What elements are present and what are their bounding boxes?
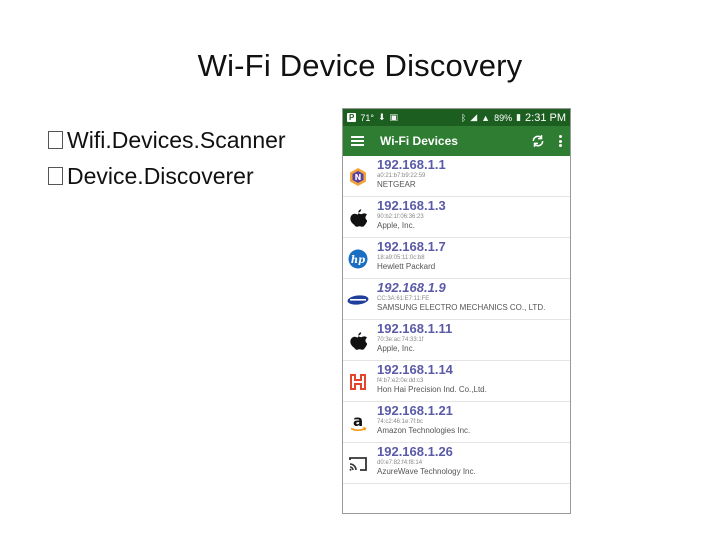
notification-icon: P	[347, 113, 357, 122]
bullet-box-icon	[48, 167, 63, 185]
device-ip: 192.168.1.1	[377, 157, 446, 172]
bullet-item: Device.Discoverer	[48, 158, 286, 194]
device-vendor: Hon Hai Precision Ind. Co.,Ltd.	[377, 385, 487, 394]
app-bar: Wi-Fi Devices	[343, 126, 570, 156]
cell-signal-icon: ▲	[481, 112, 491, 123]
device-mac: f4:b7:e2:0e:dd:c3	[377, 378, 424, 384]
bullet-list: Wifi.Devices.Scanner Device.Discoverer	[48, 122, 286, 194]
netgear-logo-icon: N	[347, 166, 369, 188]
device-vendor: SAMSUNG ELECTRO MECHANICS CO., LTD.	[377, 303, 546, 312]
device-row[interactable]: 192.168.1.26 d0:e7:82:f4:f8:14 AzureWave…	[343, 443, 570, 484]
cast-screen-icon	[347, 453, 369, 475]
device-list: N 192.168.1.1 a0:21:b7:b9:22:59 NETGEAR …	[343, 156, 570, 484]
device-vendor: Apple, Inc.	[377, 344, 415, 353]
svg-text:a: a	[353, 413, 363, 430]
device-vendor: NETGEAR	[377, 180, 416, 189]
samsung-logo-icon	[347, 289, 369, 311]
bullet-box-icon	[48, 131, 63, 149]
device-mac: 18:a9:05:11:0c:b8	[377, 255, 425, 261]
device-row[interactable]: a 192.168.1.21 74:c2:46:1e:7f:bc Amazon …	[343, 402, 570, 443]
device-row[interactable]: 192.168.1.14 f4:b7:e2:0e:dd:c3 Hon Hai P…	[343, 361, 570, 402]
slide-title: Wi-Fi Device Discovery	[197, 48, 523, 83]
device-row[interactable]: 192.168.1.11 70:3e:ac:74:33:1f Apple, In…	[343, 320, 570, 361]
battery-text: 89%	[494, 112, 513, 123]
device-row[interactable]: N 192.168.1.1 a0:21:b7:b9:22:59 NETGEAR	[343, 156, 570, 197]
device-mac: 90:b2:1f:06:36:23	[377, 214, 424, 220]
bullet-text: Wifi.Devices.Scanner	[67, 126, 286, 153]
download-icon: ⬇	[377, 112, 386, 122]
device-ip: 192.168.1.7	[377, 239, 446, 254]
refresh-icon[interactable]	[531, 134, 545, 148]
device-vendor: Amazon Technologies Inc.	[377, 426, 471, 435]
device-ip: 192.168.1.9	[377, 280, 446, 295]
apple-logo-icon	[347, 207, 369, 229]
device-ip: 192.168.1.3	[377, 198, 446, 213]
device-ip: 192.168.1.21	[377, 403, 453, 418]
device-row[interactable]: hp 192.168.1.7 18:a9:05:11:0c:b8 Hewlett…	[343, 238, 570, 279]
status-time: 2:31 PM	[525, 111, 566, 124]
device-vendor: Hewlett Packard	[377, 262, 436, 271]
device-ip: 192.168.1.26	[377, 444, 453, 459]
status-bar: P 71° ⬇ ▣ ᛒ ◢ ▲ 89% ▮ 2:31 PM	[343, 109, 570, 126]
svg-text:hp: hp	[351, 255, 365, 266]
more-options-icon[interactable]	[559, 135, 562, 147]
device-mac: d0:e7:82:f4:f8:14	[377, 460, 423, 466]
phone-screenshot: P 71° ⬇ ▣ ᛒ ◢ ▲ 89% ▮ 2:31 PM Wi-Fi Devi…	[342, 108, 571, 514]
foxconn-logo-icon	[347, 371, 369, 393]
device-vendor: Apple, Inc.	[377, 221, 415, 230]
temperature-text: 71°	[360, 112, 374, 123]
clipboard-icon: ▣	[389, 112, 399, 122]
device-row[interactable]: 192.168.1.9 CC:3A:61:E7:11:FE SAMSUNG EL…	[343, 279, 570, 320]
device-mac: a0:21:b7:b9:22:59	[377, 173, 426, 179]
amazon-logo-icon: a	[347, 412, 369, 434]
apple-logo-icon	[347, 330, 369, 352]
bullet-text: Device.Discoverer	[67, 162, 254, 189]
hp-logo-icon: hp	[347, 248, 369, 270]
app-title: Wi-Fi Devices	[380, 134, 458, 148]
device-ip: 192.168.1.14	[377, 362, 453, 377]
device-row[interactable]: 192.168.1.3 90:b2:1f:06:36:23 Apple, Inc…	[343, 197, 570, 238]
bullet-item: Wifi.Devices.Scanner	[48, 122, 286, 158]
bluetooth-icon: ᛒ	[460, 112, 467, 123]
wifi-signal-icon: ◢	[470, 112, 478, 122]
device-ip: 192.168.1.11	[377, 321, 453, 336]
device-mac: 74:c2:46:1e:7f:bc	[377, 419, 424, 425]
svg-text:N: N	[355, 173, 362, 182]
hamburger-menu-icon[interactable]	[351, 136, 364, 146]
battery-icon: ▮	[516, 112, 522, 122]
device-mac: CC:3A:61:E7:11:FE	[377, 296, 430, 302]
device-vendor: AzureWave Technology Inc.	[377, 467, 476, 476]
device-mac: 70:3e:ac:74:33:1f	[377, 337, 424, 343]
